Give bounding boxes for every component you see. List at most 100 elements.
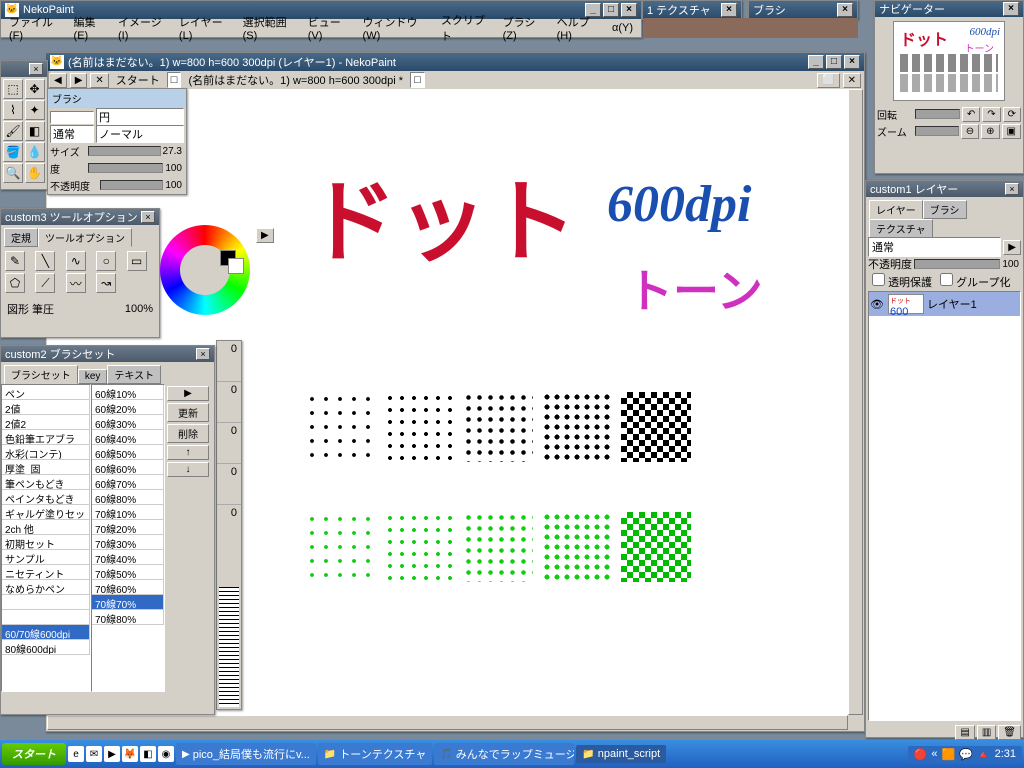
ql-ie-icon[interactable]: e <box>68 746 84 762</box>
blend-play-icon[interactable]: ▶ <box>1003 240 1021 255</box>
list-item[interactable]: 70線70% <box>92 595 164 610</box>
task-item[interactable]: ▶ pico_結局僕も流行にv... <box>176 743 316 765</box>
shape-poly[interactable]: ⬠ <box>5 273 25 293</box>
menu-view[interactable]: ビュー(V) <box>304 14 357 42</box>
up-button[interactable]: ↑ <box>167 445 209 460</box>
close-icon[interactable]: × <box>837 3 853 17</box>
tool-eraser[interactable]: ◧ <box>25 121 45 141</box>
eye-icon[interactable]: 👁 <box>869 298 885 311</box>
tool-lasso[interactable]: ⌇ <box>3 100 23 120</box>
list-item[interactable]: ニセティント <box>2 565 90 580</box>
list-item[interactable]: 70線50% <box>92 565 164 580</box>
menu-help[interactable]: ヘルプ(H) <box>553 14 606 42</box>
tool-zoom[interactable]: 🔍 <box>3 163 23 183</box>
list-item[interactable]: 70線40% <box>92 550 164 565</box>
tool-wand[interactable]: ✦ <box>25 100 45 120</box>
blend-mode[interactable]: 通常 <box>868 237 1001 257</box>
delete-button[interactable]: 削除 <box>167 424 209 443</box>
ql-app-icon[interactable]: ◧ <box>140 746 156 762</box>
tab-doc-close2[interactable]: □ <box>410 72 425 88</box>
delete-layer-icon[interactable]: 🗑 <box>998 725 1021 740</box>
doc-close-button[interactable]: × <box>844 55 860 69</box>
tool-brush[interactable]: 🖌 <box>3 121 23 141</box>
list-item[interactable]: ペインタもどき <box>2 490 90 505</box>
brushset-right-list[interactable]: 60線10%60線20%60線30%60線40%60線50%60線60%60線7… <box>91 384 165 692</box>
new-layer-icon[interactable]: ▤ <box>955 725 974 740</box>
zoom-in-icon[interactable]: ⊕ <box>981 124 999 139</box>
tab-text[interactable]: テキスト <box>107 365 161 384</box>
size-slider[interactable] <box>88 146 161 156</box>
close-icon[interactable]: × <box>29 63 43 75</box>
texture-tab-titlebar[interactable]: 1 テクスチャ × <box>643 1 741 19</box>
brush-mode2[interactable]: ノーマル <box>96 125 184 143</box>
tool-eyedrop[interactable]: 💧 <box>25 142 45 162</box>
close-icon[interactable]: × <box>196 348 210 360</box>
menu-layer[interactable]: レイヤー(L) <box>175 14 237 42</box>
tray-expand-icon[interactable]: « <box>931 748 937 760</box>
list-item[interactable]: 70線10% <box>92 505 164 520</box>
list-item[interactable]: 2値 <box>2 400 90 415</box>
shape-curve[interactable]: ∿ <box>66 251 86 271</box>
zoom-slider[interactable] <box>915 126 959 136</box>
navigator-thumb[interactable]: ドット 600dpi トーン <box>893 21 1005 101</box>
list-item[interactable]: サンプル <box>2 550 90 565</box>
list-item[interactable]: 70線20% <box>92 520 164 535</box>
rotate-cw-icon[interactable]: ↷ <box>982 107 1000 122</box>
vscrollbar[interactable] <box>848 89 863 715</box>
nav-x-button[interactable]: ✕ <box>90 73 108 88</box>
tab-brushset[interactable]: ブラシセット <box>4 365 78 384</box>
menu-alpha[interactable]: α(Y) <box>608 22 637 34</box>
tray-icon[interactable]: 🔴 <box>914 748 928 761</box>
brush-mode1[interactable]: 通常 <box>50 125 94 143</box>
shape-rect[interactable]: ▭ <box>127 251 147 271</box>
nav-back-button[interactable]: ◀ <box>49 73 67 88</box>
tab-texture[interactable]: テクスチャ <box>869 219 933 238</box>
rotate-reset-icon[interactable]: ⟳ <box>1003 107 1021 122</box>
ql-ff-icon[interactable]: 🦊 <box>122 746 138 762</box>
rotate-slider[interactable] <box>915 109 960 119</box>
list-item[interactable]: 2ch 他 <box>2 520 90 535</box>
new-folder-icon[interactable]: ▥ <box>977 725 996 740</box>
list-item[interactable]: なめらかペン <box>2 580 90 595</box>
bg-color[interactable] <box>228 258 244 274</box>
start-button[interactable]: スタート <box>2 743 66 765</box>
tab-layer[interactable]: レイヤー <box>869 200 923 219</box>
tab-key[interactable]: key <box>78 369 108 384</box>
tray-icon[interactable]: 💬 <box>959 748 973 761</box>
tool-fill[interactable]: 🪣 <box>3 142 23 162</box>
doc-min-button[interactable]: _ <box>808 55 824 69</box>
menu-select[interactable]: 選択範囲(S) <box>239 14 302 42</box>
menu-window[interactable]: ウィンドウ(W) <box>359 14 435 42</box>
density-slider[interactable] <box>88 163 163 173</box>
list-item[interactable]: 厚塗_固 <box>2 460 90 475</box>
brush-tab-titlebar[interactable]: ブラシ × <box>749 1 857 19</box>
zoom-fit-icon[interactable]: ▣ <box>1002 124 1021 139</box>
list-item[interactable]: 初期セット <box>2 535 90 550</box>
brush-shape[interactable]: 円 <box>96 108 184 126</box>
tray-icon[interactable]: 🔺 <box>977 748 991 761</box>
list-item[interactable]: 60線10% <box>92 385 164 400</box>
tab-doc-close[interactable]: □ <box>167 72 182 88</box>
doc-aux2-button[interactable]: ✕ <box>843 73 861 88</box>
list-item[interactable]: ギャルゲ塗りセッ <box>2 505 90 520</box>
shape-bezier[interactable]: ⟋ <box>35 273 55 293</box>
ql-wmp-icon[interactable]: ▶ <box>104 746 120 762</box>
doc-max-button[interactable]: □ <box>826 55 842 69</box>
list-item[interactable]: 色鉛筆エアブラ <box>2 430 90 445</box>
menu-file[interactable]: ファイル(F) <box>5 14 68 42</box>
down-button[interactable]: ↓ <box>167 462 209 477</box>
list-item[interactable]: 60線70% <box>92 475 164 490</box>
list-item[interactable]: 60線30% <box>92 415 164 430</box>
close-icon[interactable]: × <box>1005 183 1019 195</box>
list-item[interactable]: 80線600dpi <box>2 640 90 655</box>
list-item[interactable]: 60線50% <box>92 445 164 460</box>
close-icon[interactable]: × <box>721 3 737 17</box>
tool-rect-select[interactable]: ⬚ <box>3 79 23 99</box>
brushset-left-list[interactable]: ペン2値2値2色鉛筆エアブラ水彩(コンテ)厚塗_固筆ペンもどきペインタもどきギャ… <box>1 384 91 692</box>
menu-brush[interactable]: ブラシ(Z) <box>499 14 551 42</box>
shape-path[interactable]: ↝ <box>96 273 116 293</box>
update-button[interactable]: 更新 <box>167 403 209 422</box>
task-item[interactable]: 🎵 みんなでラップミュージッ... <box>434 743 574 765</box>
list-item[interactable]: ペン <box>2 385 90 400</box>
list-item[interactable]: 筆ペンもどき <box>2 475 90 490</box>
